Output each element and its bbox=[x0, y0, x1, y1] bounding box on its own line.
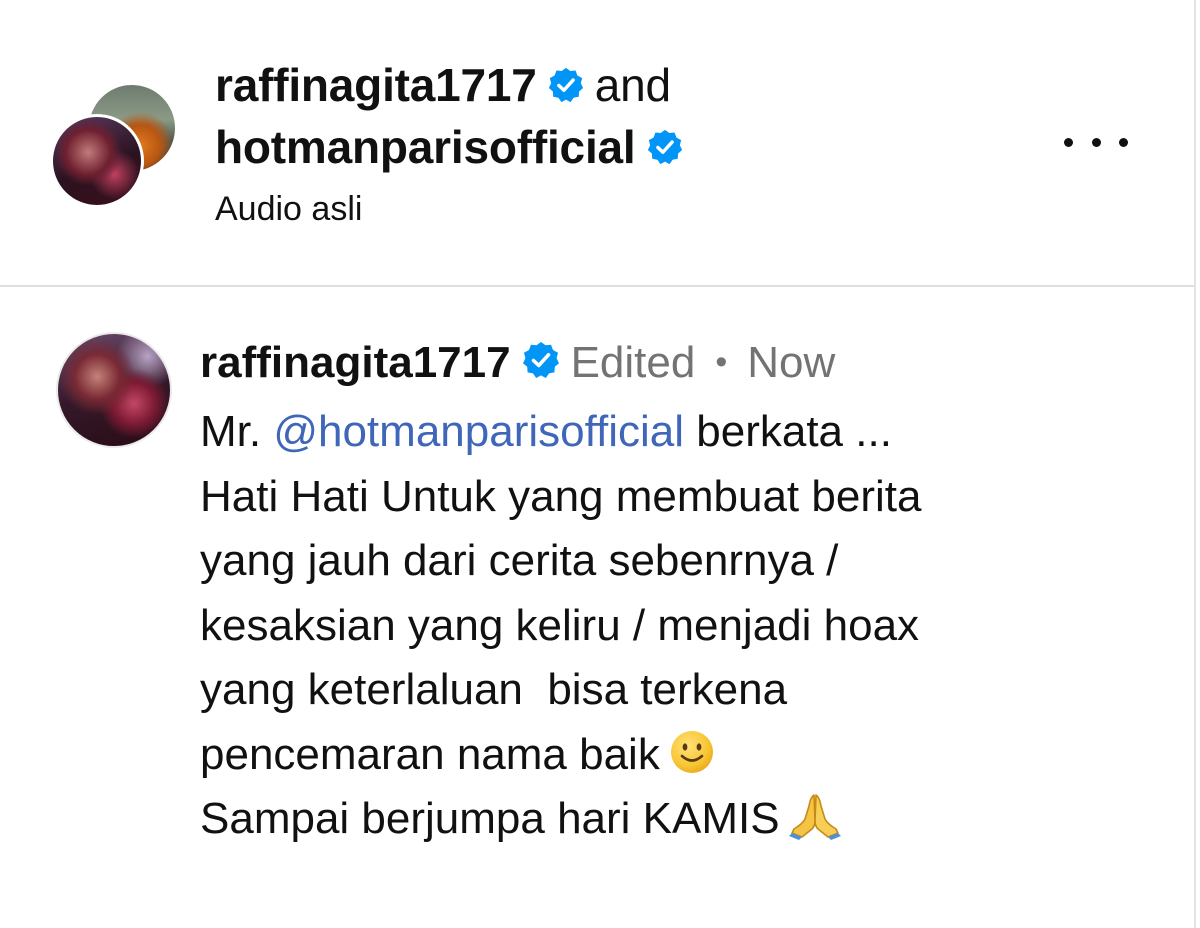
comment-timestamp[interactable]: Now bbox=[747, 338, 835, 387]
comment-line-7-text: Sampai berjumpa hari KAMIS bbox=[200, 794, 780, 843]
meta-separator: • bbox=[715, 343, 728, 381]
comment-line: kesaksian yang keliru / menjadi hoax bbox=[200, 600, 920, 650]
comment-line-1-prefix: Mr. bbox=[200, 407, 274, 456]
comment-header: raffinagita1717 Edited • Now bbox=[200, 336, 835, 393]
verified-badge-icon bbox=[647, 129, 682, 164]
more-horizontal-icon-dot bbox=[1091, 137, 1101, 147]
comment-line-6-text: pencemaran nama baik bbox=[200, 729, 660, 779]
comment-line: Hati Hati Untuk yang membuat berita bbox=[200, 471, 922, 521]
collab-avatar-stack[interactable] bbox=[50, 82, 178, 208]
comment-line: Sampai berjumpa hari KAMIS bbox=[200, 787, 1160, 852]
verified-badge-icon bbox=[522, 342, 559, 379]
more-options-button[interactable] bbox=[1064, 124, 1128, 160]
post-header: raffinagita1717 and hotmanparisofficial … bbox=[0, 0, 1194, 287]
comment-text: Mr. @hotmanparisofficial berkata ... Hat… bbox=[200, 400, 1160, 852]
header-username-2[interactable]: hotmanparisofficial bbox=[215, 121, 636, 173]
more-horizontal-icon-dot bbox=[1119, 137, 1128, 147]
verified-badge-icon bbox=[548, 67, 583, 102]
header-conjunction: and bbox=[594, 59, 671, 111]
comment-avatar[interactable] bbox=[56, 332, 172, 448]
comment-line: yang keterlaluan bisa terkena bbox=[200, 665, 788, 714]
header-line-1: raffinagita1717 and bbox=[215, 54, 684, 116]
slightly-smiling-face-icon bbox=[670, 730, 713, 773]
collab-usernames: raffinagita1717 and hotmanparisofficial bbox=[215, 54, 684, 178]
more-horizontal-icon bbox=[1064, 137, 1073, 147]
avatar-raffinagita1717[interactable] bbox=[50, 114, 144, 208]
comment-line: pencemaran nama baik bbox=[200, 723, 1160, 788]
folded-hands-icon bbox=[788, 794, 841, 841]
comment-line-1-suffix: berkata ... bbox=[684, 407, 892, 456]
comment-line: Mr. @hotmanparisofficial berkata ... bbox=[200, 400, 1160, 465]
header-line-2: hotmanparisofficial bbox=[215, 116, 684, 178]
mention-link[interactable]: @hotmanparisofficial bbox=[273, 407, 684, 456]
audio-link[interactable]: Audio asli bbox=[215, 186, 362, 232]
header-username-1[interactable]: raffinagita1717 bbox=[215, 59, 537, 111]
comment-line: yang jauh dari cerita sebenrnya / bbox=[200, 536, 839, 585]
instagram-post-panel: raffinagita1717 and hotmanparisofficial … bbox=[0, 0, 1200, 928]
panel-border bbox=[1194, 0, 1196, 928]
edited-label: Edited bbox=[570, 338, 696, 387]
comment-username[interactable]: raffinagita1717 bbox=[200, 338, 511, 387]
